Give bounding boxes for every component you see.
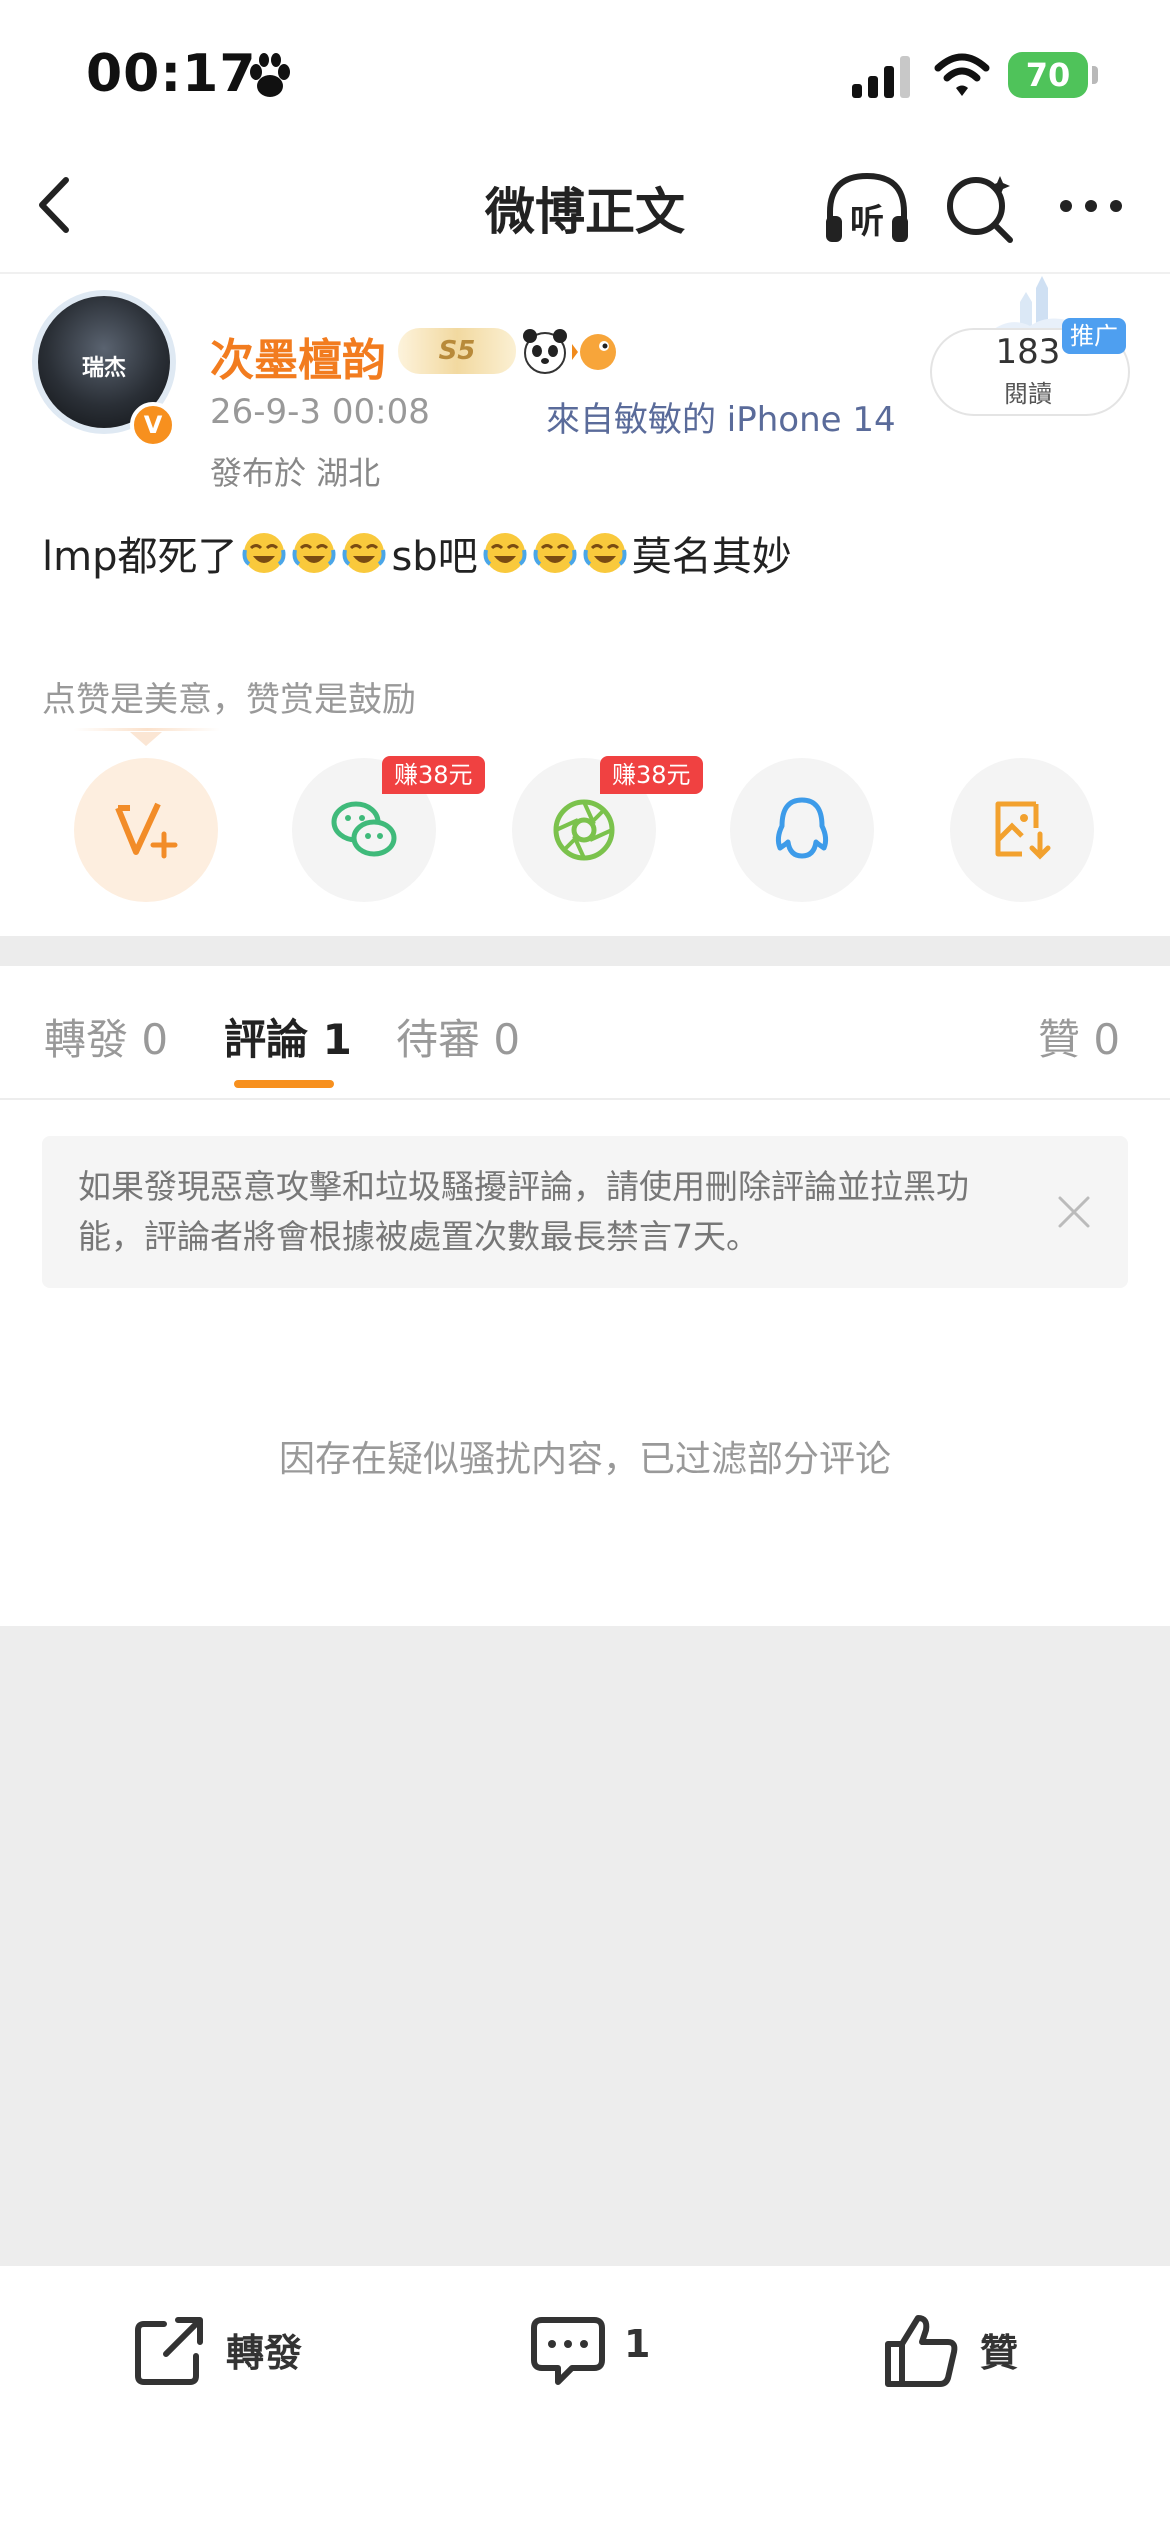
battery-indicator: 70 (1008, 52, 1088, 98)
reward-tip: 点赞是美意，赞赏是鼓励 (42, 680, 416, 720)
wechat-icon (331, 801, 397, 857)
post-text-part: 莫名其妙 (631, 534, 792, 580)
post-time: 26-9-3 00:08 (210, 392, 430, 432)
earn-tag: 赚38元 (600, 756, 703, 794)
laugh-cry-emoji-icon (533, 533, 577, 573)
repost-button-label[interactable]: 轉發 (226, 2322, 302, 2377)
v-plus-icon (115, 802, 178, 859)
post-text-part: sb吧 (391, 534, 478, 580)
verified-badge: V (130, 402, 176, 448)
save-image-button[interactable] (950, 758, 1094, 902)
close-icon[interactable] (1054, 1192, 1094, 1232)
tab-comments[interactable]: 評論 1 (224, 1006, 352, 1067)
status-time: 00:17 (86, 44, 257, 104)
tab-likes[interactable]: 贊 0 (1038, 1006, 1120, 1067)
filtered-message: 因存在疑似骚扰内容，已过滤部分评论 (278, 1439, 891, 1480)
empty-area (0, 1626, 1170, 2266)
read-label: 閱讀 (1004, 380, 1052, 408)
reward-button[interactable] (74, 758, 218, 902)
pufferfish-icon[interactable] (572, 326, 622, 376)
laugh-cry-emoji-icon (242, 533, 286, 573)
notice-text: 如果發現惡意攻擊和垃圾騷擾評論，請使用刪除評論並拉黑功能，評論者將會根據被處置次… (78, 1167, 969, 1256)
panda-icon[interactable] (520, 326, 570, 376)
post-location: 發布於 湖北 (210, 454, 381, 492)
wifi-icon (934, 53, 990, 96)
promo-tag: 推广 (1062, 318, 1126, 354)
tip-pointer-line (74, 728, 220, 731)
bottom-action-bar (0, 2266, 1170, 2532)
laugh-cry-emoji-icon (342, 533, 386, 573)
tab-pending[interactable]: 待審 0 (396, 1006, 520, 1067)
tabs-divider (0, 1098, 1170, 1100)
signal-icon (852, 56, 910, 98)
earn-tag: 赚38元 (382, 756, 485, 794)
laugh-cry-emoji-icon (483, 533, 527, 573)
active-tab-indicator (234, 1080, 334, 1088)
paw-icon (250, 53, 290, 97)
laugh-cry-emoji-icon (292, 533, 336, 573)
tip-pointer-arrow (130, 732, 162, 746)
post-source[interactable]: 來自敏敏的 iPhone 14 (546, 392, 896, 441)
repost-icon[interactable] (130, 2310, 210, 2390)
like-button-label[interactable]: 贊 (980, 2322, 1018, 2377)
author-name[interactable]: 次墨檀韵 (210, 324, 386, 388)
battery-tip (1092, 66, 1098, 84)
post-body: lmp都死了 sb吧 莫名其妙 (42, 524, 792, 582)
section-divider (0, 936, 1170, 966)
image-download-icon (995, 801, 1051, 860)
more-icon[interactable] (1056, 196, 1126, 216)
svip-badge[interactable]: S5 (398, 328, 516, 374)
comment-count[interactable]: 1 (624, 2322, 650, 2366)
laugh-cry-emoji-icon (583, 533, 627, 573)
tab-reposts[interactable]: 轉發 0 (44, 1006, 168, 1067)
avatar-text: 瑞杰 (81, 356, 126, 381)
qq-icon (775, 797, 829, 859)
listen-label: 听 (850, 202, 884, 242)
moments-icon (553, 799, 615, 861)
search-icon[interactable] (944, 170, 1016, 244)
listen-button[interactable]: 听 (822, 168, 912, 246)
share-qq-button[interactable] (730, 758, 874, 902)
post-text-part: lmp都死了 (42, 534, 238, 580)
comment-icon[interactable] (528, 2310, 608, 2390)
thumbs-up-icon[interactable] (882, 2310, 962, 2390)
